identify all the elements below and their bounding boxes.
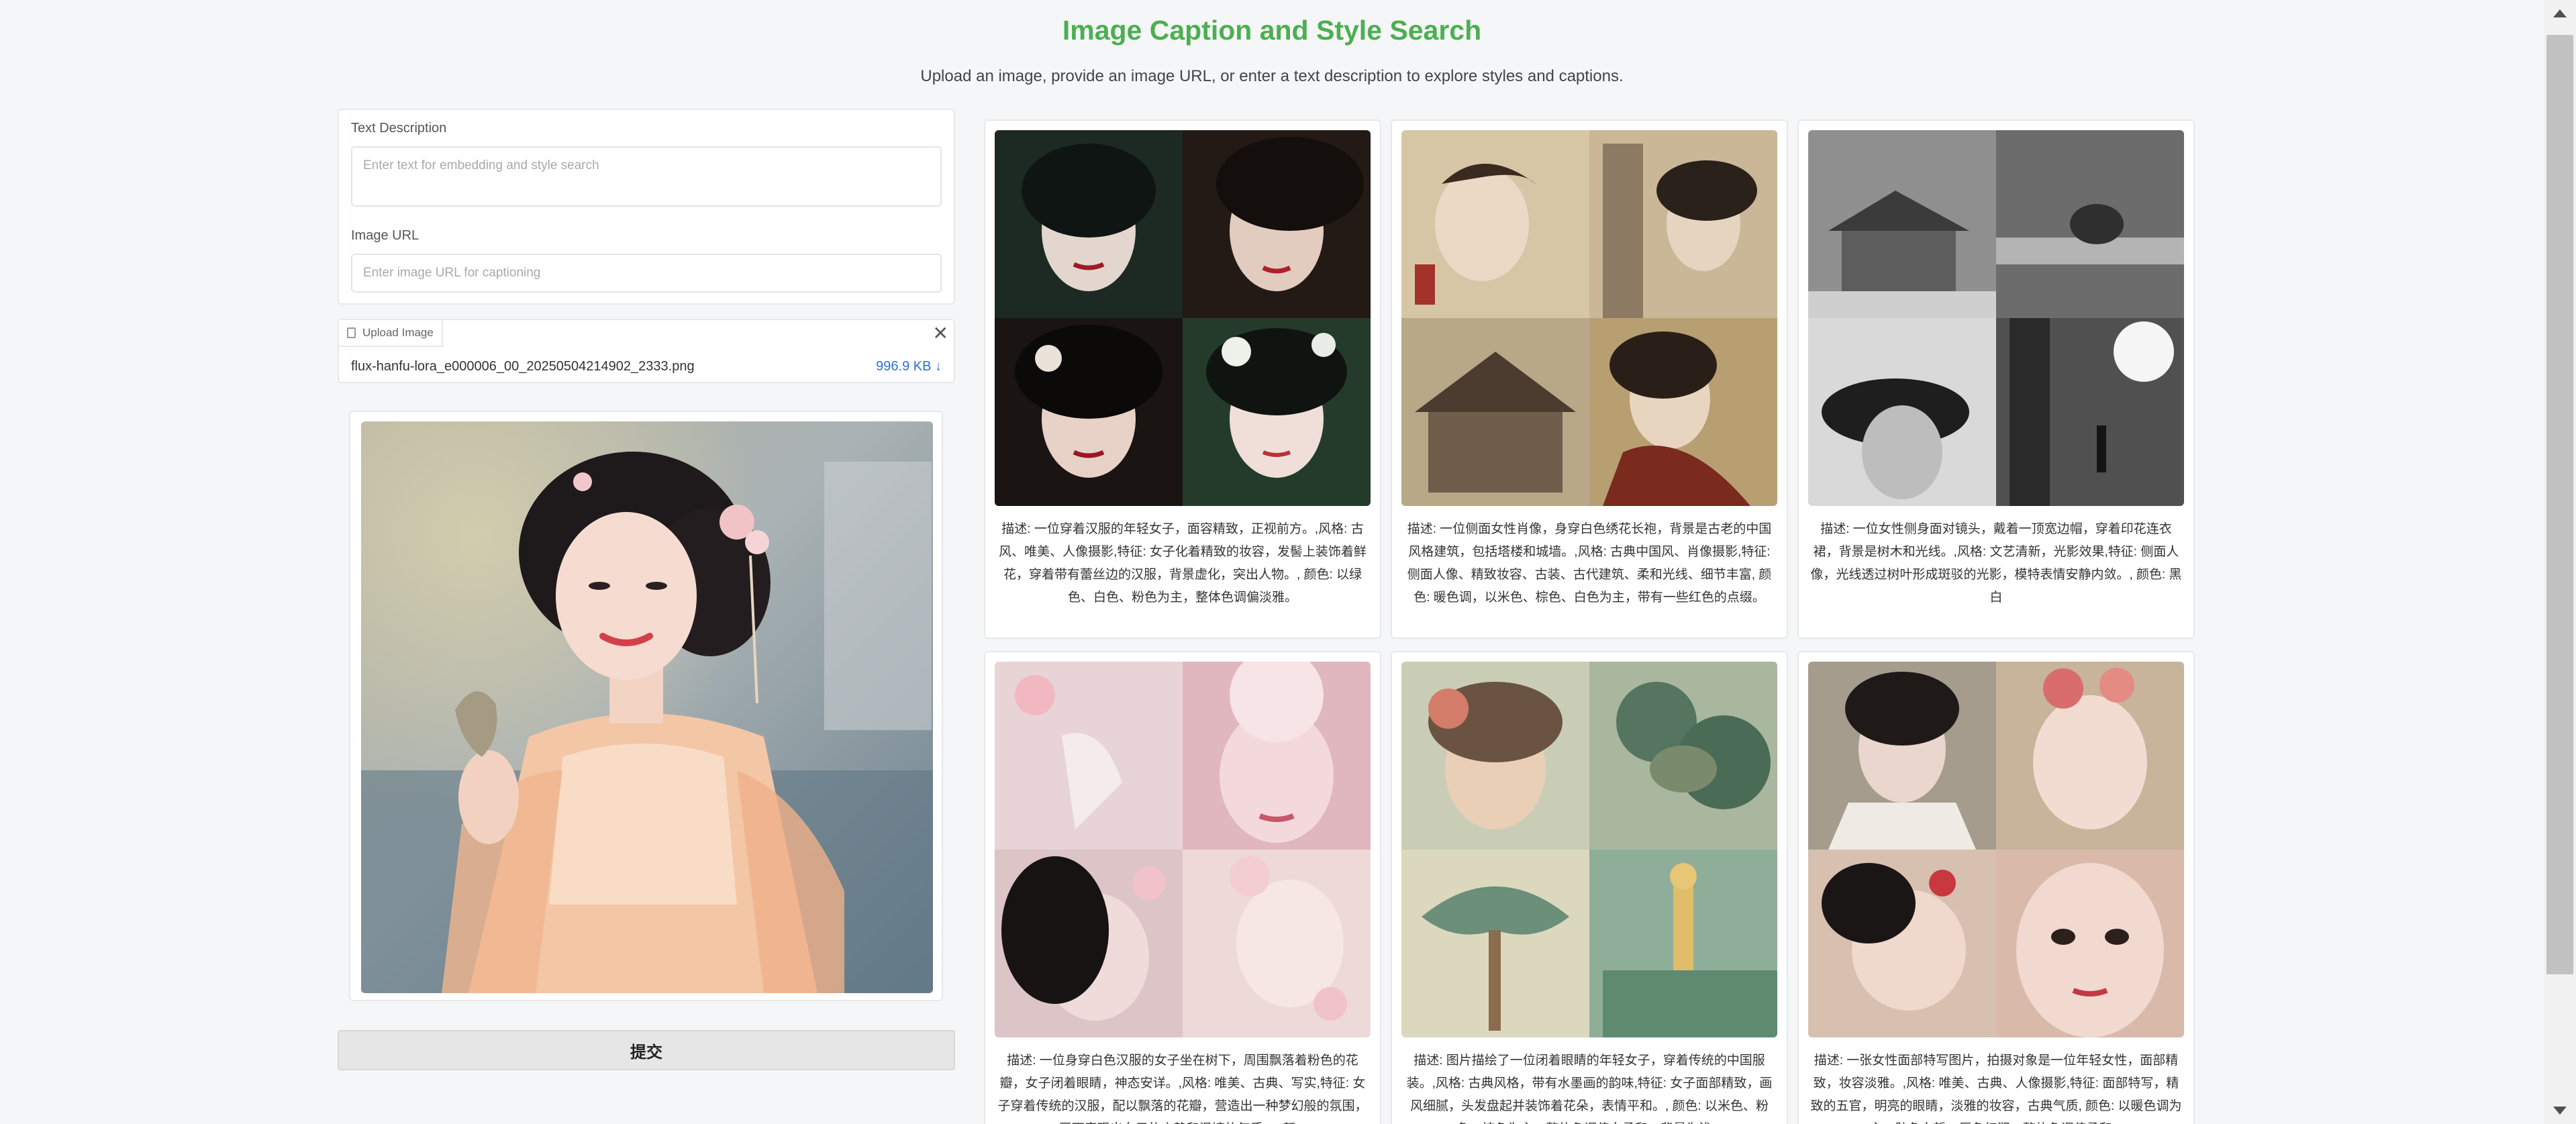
text-description-input[interactable]: Enter text for embedding and style searc…: [351, 146, 942, 207]
scroll-up-icon[interactable]: [2553, 9, 2567, 17]
uploaded-image-preview: [361, 421, 933, 993]
result-caption: 描述: 一位女性侧身面对镜头，戴着一顶宽边帽，穿着印花连衣裙，背景是树木和光线。…: [1810, 522, 2182, 605]
page-title: Image Caption and Style Search: [1062, 15, 1482, 46]
result-card[interactable]: 描述: 一位身穿白色汉服的女子坐在树下，周围飘落着粉色的花瓣，女子闭着眼睛，神态…: [984, 651, 1381, 1124]
result-image[interactable]: [1401, 130, 1777, 506]
result-image[interactable]: [995, 662, 1371, 1037]
result-card[interactable]: 描述: 一位穿着汉服的年轻女子，面容精致，正视前方。,风格: 古风、唯美、人像摄…: [984, 119, 1381, 639]
result-caption: 描述: 一位身穿白色汉服的女子坐在树下，周围飘落着粉色的花瓣，女子闭着眼睛，神态…: [997, 1054, 1368, 1124]
result-caption: 描述: 一张女性面部特写图片，拍摄对象是一位年轻女性，面部精致，妆容淡雅。,风格…: [1810, 1054, 2182, 1124]
submit-button[interactable]: 提交: [338, 1030, 955, 1070]
result-caption: 描述: 一位穿着汉服的年轻女子，面容精致，正视前方。,风格: 古风、唯美、人像摄…: [999, 522, 1367, 605]
result-card[interactable]: 描述: 图片描绘了一位闭着眼睛的年轻女子，穿着传统的中国服装。,风格: 古典风格…: [1391, 651, 1788, 1124]
result-caption: 描述: 图片描绘了一位闭着眼睛的年轻女子，穿着传统的中国服装。,风格: 古典风格…: [1406, 1054, 1773, 1124]
result-image[interactable]: [1808, 662, 2184, 1037]
uploaded-file-name: flux-hanfu-lora_e000006_00_2025050421490…: [351, 359, 695, 374]
scroll-down-icon[interactable]: [2553, 1107, 2567, 1115]
image-preview-panel: [349, 411, 943, 1001]
upload-tab-label: Upload Image: [362, 326, 434, 339]
close-icon[interactable]: ✕: [933, 324, 948, 343]
upload-image-tab[interactable]: Upload Image: [339, 320, 443, 347]
page-subtitle: Upload an image, provide an image URL, o…: [920, 67, 1624, 85]
upload-panel: Upload Image ✕ flux-hanfu-lora_e000006_0…: [338, 319, 955, 383]
page-scrollbar[interactable]: [2544, 0, 2576, 1124]
image-url-input[interactable]: Enter image URL for captioning: [351, 254, 942, 293]
text-description-label: Text Description: [351, 121, 447, 136]
result-image[interactable]: [1808, 130, 2184, 506]
result-caption: 描述: 一位侧面女性肖像，身穿白色绣花长袍，背景是古老的中国风格建筑，包括塔楼和…: [1407, 522, 1772, 605]
result-card[interactable]: 描述: 一位侧面女性肖像，身穿白色绣花长袍，背景是古老的中国风格建筑，包括塔楼和…: [1391, 119, 1788, 639]
file-icon: [347, 327, 356, 338]
query-form: Text Description Enter text for embeddin…: [338, 109, 955, 305]
file-download-link[interactable]: 996.9 KB ↓: [876, 359, 942, 374]
result-image[interactable]: [995, 130, 1371, 506]
image-url-label: Image URL: [351, 228, 419, 243]
result-card[interactable]: 描述: 一位女性侧身面对镜头，戴着一顶宽边帽，穿着印花连衣裙，背景是树木和光线。…: [1797, 119, 2195, 639]
result-image[interactable]: [1401, 662, 1777, 1037]
scroll-thumb[interactable]: [2546, 35, 2573, 974]
result-card[interactable]: 描述: 一张女性面部特写图片，拍摄对象是一位年轻女性，面部精致，妆容淡雅。,风格…: [1797, 651, 2195, 1124]
